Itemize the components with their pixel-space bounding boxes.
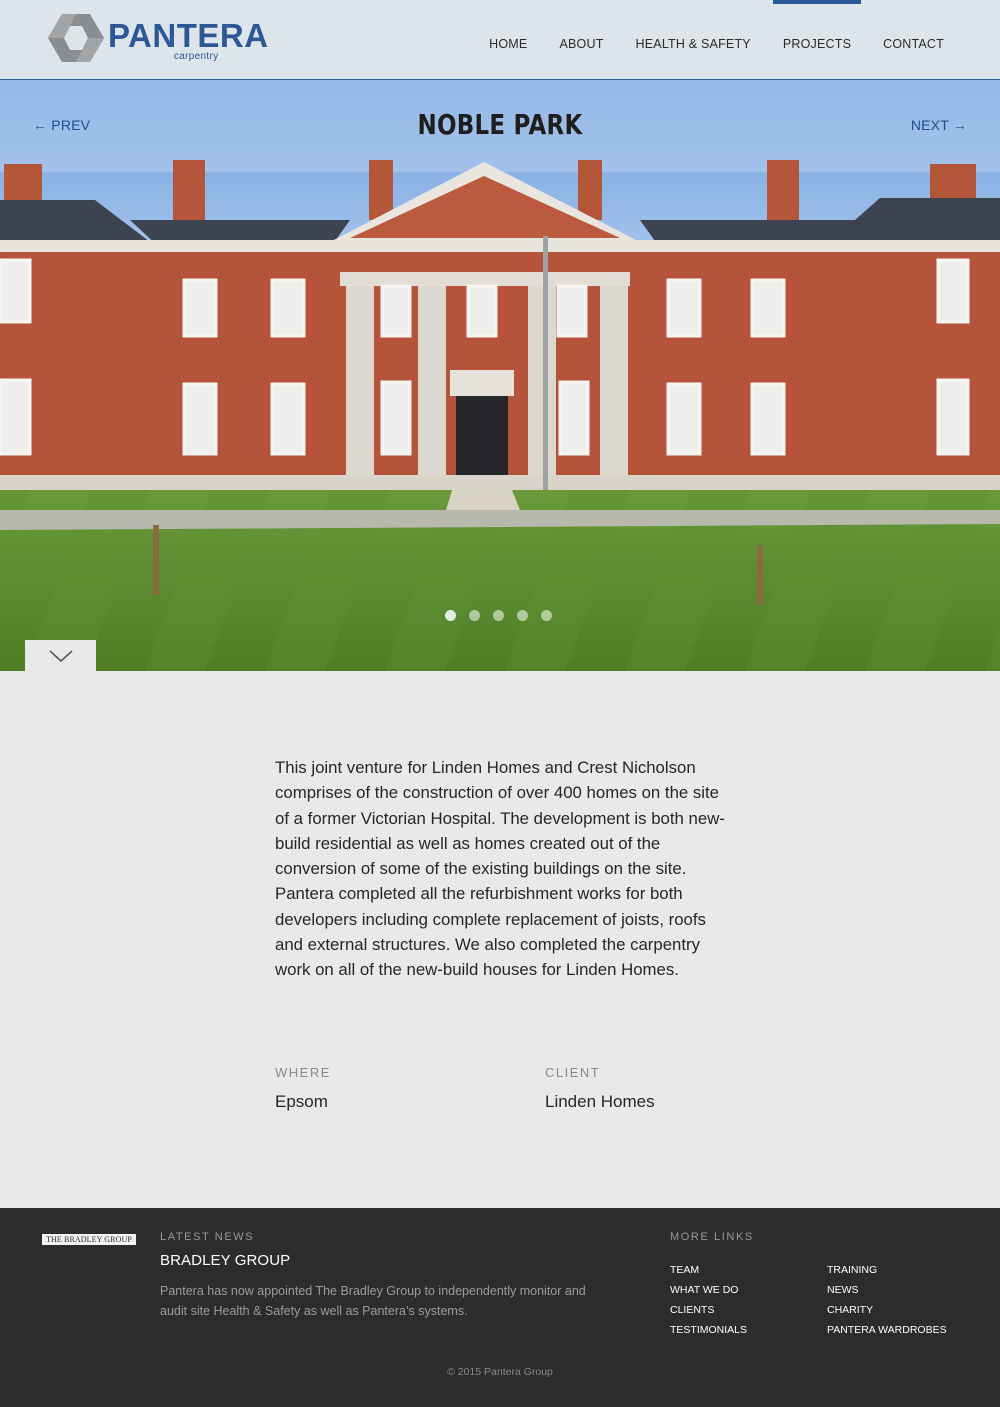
pantera-hexagon-logo-icon <box>48 14 104 62</box>
latest-news-label: LATEST NEWS <box>160 1231 255 1243</box>
footer-link-pantera-wardrobes[interactable]: PANTERA WARDROBES <box>827 1320 947 1340</box>
slider-pagination <box>445 610 552 621</box>
footer-link-news[interactable]: NEWS <box>827 1280 947 1300</box>
footer-link-clients[interactable]: CLIENTS <box>670 1300 747 1320</box>
main-nav: HOME ABOUT HEALTH & SAFETY PROJECTS CONT… <box>473 0 960 80</box>
nav-about[interactable]: ABOUT <box>543 0 619 80</box>
news-title-link[interactable]: BRADLEY GROUP <box>160 1252 290 1269</box>
where-label: WHERE <box>275 1065 331 1080</box>
footer-links-col-1: TEAM WHAT WE DO CLIENTS TESTIMONIALS <box>670 1260 747 1340</box>
project-description: This joint venture for Linden Homes and … <box>275 758 725 980</box>
site-footer: THE BRADLEY GROUP LATEST NEWS BRADLEY GR… <box>0 1208 1000 1407</box>
footer-links-col-2: TRAINING NEWS CHARITY PANTERA WARDROBES <box>827 1260 947 1340</box>
prev-project-link[interactable]: ← PREV <box>33 117 90 133</box>
footer-link-training[interactable]: TRAINING <box>827 1260 947 1280</box>
where-value: Epsom <box>275 1092 328 1111</box>
footer-link-charity[interactable]: CHARITY <box>827 1300 947 1320</box>
client-value: Linden Homes <box>545 1092 655 1111</box>
copyright: © 2015 Pantera Group <box>447 1366 553 1378</box>
bradley-group-logo[interactable]: THE BRADLEY GROUP <box>42 1234 136 1245</box>
nav-home[interactable]: HOME <box>473 0 543 80</box>
nav-projects[interactable]: PROJECTS <box>767 0 867 80</box>
slider-dot-4[interactable] <box>517 610 528 621</box>
nav-health-safety[interactable]: HEALTH & SAFETY <box>620 0 767 80</box>
footer-link-team[interactable]: TEAM <box>670 1260 747 1280</box>
where-block: WHERE Epsom <box>275 1065 331 1112</box>
slider-dot-3[interactable] <box>493 610 504 621</box>
news-summary: Pantera has now appointed The Bradley Gr… <box>160 1284 586 1318</box>
slider-dot-5[interactable] <box>541 610 552 621</box>
client-label: CLIENT <box>545 1065 601 1080</box>
hero-photo-noble-park <box>0 80 1000 671</box>
more-links-label: MORE LINKS <box>670 1231 754 1243</box>
brand-tagline: carpentry <box>174 51 219 62</box>
next-project-link[interactable]: NEXT → <box>911 117 967 133</box>
project-hero-slider: NOBLE PARK ← PREV NEXT → <box>0 80 1000 671</box>
client-block: CLIENT Linden Homes <box>545 1065 655 1112</box>
project-title: NOBLE PARK <box>417 108 583 141</box>
scroll-down-button[interactable] <box>25 640 96 671</box>
site-header: PANTERA carpentry HOME ABOUT HEALTH & SA… <box>0 0 1000 80</box>
footer-link-testimonials[interactable]: TESTIMONIALS <box>670 1320 747 1340</box>
pantera-logo[interactable]: PANTERA carpentry <box>48 12 278 64</box>
slider-dot-1[interactable] <box>445 610 456 621</box>
nav-contact[interactable]: CONTACT <box>867 0 960 80</box>
footer-link-what-we-do[interactable]: WHAT WE DO <box>670 1280 747 1300</box>
slider-dot-2[interactable] <box>469 610 480 621</box>
brand-name: PANTERA <box>108 17 269 54</box>
chevron-down-icon <box>49 650 73 662</box>
